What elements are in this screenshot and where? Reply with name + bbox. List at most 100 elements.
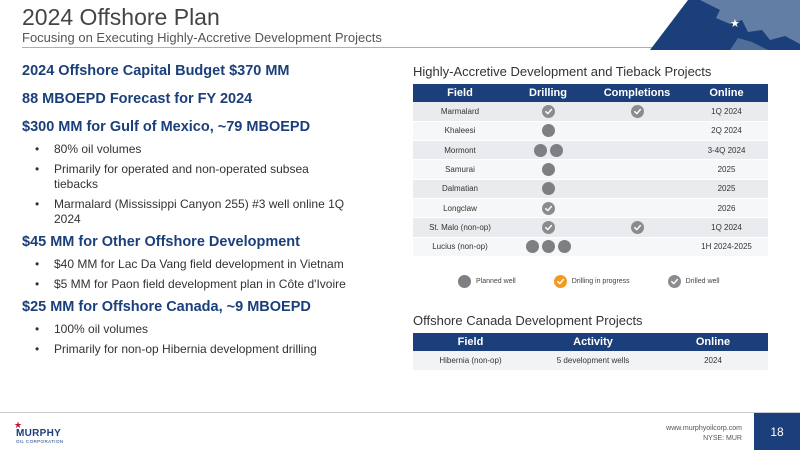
cell-field: Lucius (non-op) bbox=[413, 237, 507, 257]
gom-heading: $300 MM for Gulf of Mexico, ~79 MBOEPD bbox=[22, 119, 311, 135]
map-graphic: ★ bbox=[650, 0, 800, 50]
cell-online: 2025 bbox=[685, 179, 768, 199]
planned-well-icon bbox=[541, 163, 555, 177]
cell-drilling bbox=[507, 237, 589, 257]
left-column: 2024 Offshore Capital Budget $370 MM 88 … bbox=[22, 62, 392, 362]
planned-well-icon bbox=[541, 240, 555, 254]
cell-drilling bbox=[507, 198, 589, 219]
other-bullets: $40 MM for Lac Da Vang field development… bbox=[22, 257, 392, 292]
cell-online: 1Q 2024 bbox=[685, 102, 768, 122]
cell-drilling bbox=[507, 159, 589, 180]
cell-completions bbox=[589, 179, 685, 199]
cell-online: 2025 bbox=[685, 159, 768, 180]
planned-well-icon bbox=[525, 240, 539, 254]
canada-table-title: Offshore Canada Development Projects bbox=[413, 313, 643, 328]
well-status-legend: Planned well Drilling in progress Drille… bbox=[458, 275, 758, 288]
drilled-well-icon bbox=[630, 220, 644, 234]
slide-header: 2024 Offshore Plan Focusing on Executing… bbox=[0, 0, 800, 50]
cell-drilling bbox=[507, 102, 589, 122]
website-link[interactable]: www.murphyoilcorp.com bbox=[666, 424, 742, 434]
cell-drilling bbox=[507, 179, 589, 199]
drilled-well-icon bbox=[541, 104, 555, 118]
cell-online: 2024 bbox=[658, 351, 768, 371]
footer-divider bbox=[0, 412, 800, 413]
table-row: Marmalard 1Q 2024 bbox=[413, 102, 768, 122]
table-row: Lucius (non-op) 1H 2024-2025 bbox=[413, 237, 768, 257]
logo-subtitle: OIL CORPORATION bbox=[16, 439, 64, 444]
murphy-logo: ★ MURPHY OIL CORPORATION bbox=[12, 421, 72, 445]
table-row: Hibernia (non-op) 5 development wells 20… bbox=[413, 351, 768, 371]
cell-online: 1Q 2024 bbox=[685, 217, 768, 238]
header-divider bbox=[22, 47, 662, 48]
table-row: Samurai 2025 bbox=[413, 159, 768, 180]
projects-table: Field Drilling Completions Online Marmal… bbox=[413, 84, 768, 257]
header-field: Field bbox=[413, 333, 528, 351]
cell-completions bbox=[589, 121, 685, 142]
cell-field: Dalmatian bbox=[413, 179, 507, 199]
header-activity: Activity bbox=[528, 333, 658, 351]
bullet-item: Marmalard (Mississippi Canyon 255) #3 we… bbox=[22, 197, 362, 227]
cell-completions bbox=[589, 198, 685, 219]
drilling-markers bbox=[525, 240, 571, 254]
canada-heading: $25 MM for Offshore Canada, ~9 MBOEPD bbox=[22, 299, 311, 315]
logo-name: MURPHY bbox=[16, 428, 62, 439]
footer-contact: www.murphyoilcorp.com NYSE: MUR bbox=[666, 424, 742, 444]
cell-completions bbox=[589, 102, 685, 122]
drilling-markers bbox=[533, 143, 563, 157]
legend-drilled-label: Drilled well bbox=[685, 278, 720, 285]
completions-markers bbox=[630, 220, 644, 234]
drilling-in-progress-icon bbox=[553, 275, 567, 288]
cell-field: St. Malo (non-op) bbox=[413, 217, 507, 238]
budget-heading: 2024 Offshore Capital Budget $370 MM bbox=[22, 63, 290, 79]
legend-in-progress-label: Drilling in progress bbox=[571, 278, 630, 285]
drilling-markers bbox=[541, 182, 555, 196]
cell-field: Mormont bbox=[413, 140, 507, 161]
drilling-markers bbox=[541, 163, 555, 177]
cell-field: Marmalard bbox=[413, 102, 507, 122]
drilled-well-icon bbox=[541, 220, 555, 234]
canada-table: Field Activity Online Hibernia (non-op) … bbox=[413, 333, 768, 371]
bullet-item: $40 MM for Lac Da Vang field development… bbox=[22, 257, 382, 272]
cell-online: 2026 bbox=[685, 198, 768, 219]
cell-online: 1H 2024-2025 bbox=[685, 237, 768, 257]
svg-text:★: ★ bbox=[730, 17, 740, 30]
cell-online: 2Q 2024 bbox=[685, 121, 768, 142]
page-number: 18 bbox=[754, 413, 800, 450]
projects-table-title: Highly-Accretive Development and Tieback… bbox=[413, 64, 712, 79]
legend-planned: Planned well bbox=[458, 275, 516, 288]
header-completions: Completions bbox=[589, 84, 685, 102]
bullet-item: 80% oil volumes bbox=[22, 142, 382, 157]
other-heading: $45 MM for Other Offshore Development bbox=[22, 234, 300, 250]
drilled-well-icon bbox=[541, 201, 555, 215]
page-title: 2024 Offshore Plan bbox=[22, 4, 220, 30]
cell-field: Khaleesi bbox=[413, 121, 507, 142]
drilled-well-icon bbox=[630, 104, 644, 118]
gom-bullets: 80% oil volumes Primarily for operated a… bbox=[22, 142, 392, 227]
cell-drilling bbox=[507, 121, 589, 142]
bullet-item: Primarily for non-op Hibernia developmen… bbox=[22, 342, 382, 357]
cell-completions bbox=[589, 217, 685, 238]
legend-in-progress: Drilling in progress bbox=[553, 275, 630, 288]
table-row: Dalmatian 2025 bbox=[413, 179, 768, 199]
drilling-markers bbox=[541, 201, 555, 215]
legend-drilled: Drilled well bbox=[667, 275, 720, 288]
planned-well-icon bbox=[541, 182, 555, 196]
cell-completions bbox=[589, 237, 685, 257]
table-row: Mormont 3-4Q 2024 bbox=[413, 140, 768, 161]
header-drilling: Drilling bbox=[507, 84, 589, 102]
drilled-well-icon bbox=[667, 275, 681, 288]
planned-well-icon bbox=[557, 240, 571, 254]
header-online: Online bbox=[685, 84, 768, 102]
planned-well-icon bbox=[533, 143, 547, 157]
planned-well-icon bbox=[458, 275, 471, 288]
cell-drilling bbox=[507, 217, 589, 238]
cell-completions bbox=[589, 159, 685, 180]
cell-activity: 5 development wells bbox=[528, 351, 658, 371]
bullet-item: $5 MM for Paon field development plan in… bbox=[22, 277, 382, 292]
completions-markers bbox=[630, 104, 644, 118]
planned-well-icon bbox=[549, 143, 563, 157]
bullet-item: Primarily for operated and non-operated … bbox=[22, 162, 352, 192]
ticker: NYSE: MUR bbox=[703, 435, 742, 442]
table-header-row: Field Drilling Completions Online bbox=[413, 84, 768, 102]
table-row: Khaleesi 2Q 2024 bbox=[413, 121, 768, 142]
